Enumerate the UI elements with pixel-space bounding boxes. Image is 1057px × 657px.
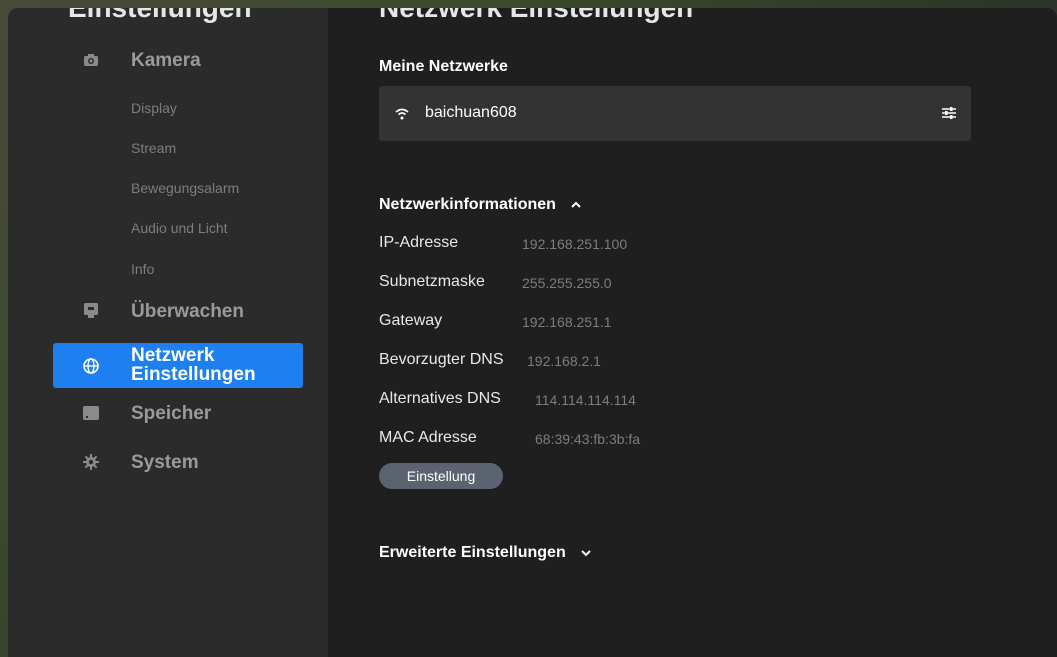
label-line-1: Netzwerk (131, 345, 215, 366)
info-value: 68:39:43:fb:3b:fa (535, 431, 641, 447)
network-settings-icon[interactable] (941, 105, 957, 126)
info-value: 192.168.251.100 (522, 236, 628, 252)
info-value: 192.168.251.1 (522, 314, 612, 330)
sidebar-item-netzwerk[interactable]: Netzwerk Einstellungen (53, 343, 303, 388)
info-label: Gateway (379, 312, 443, 329)
advanced-settings-header[interactable]: Erweiterte Einstellungen (379, 544, 592, 562)
info-value: 255.255.255.0 (522, 275, 612, 291)
info-label: Subnetzmaske (379, 273, 485, 290)
my-networks-title: Meine Netzwerke (379, 58, 508, 75)
globe-icon (83, 357, 99, 374)
app-window: Einstellungen Kamera Display Stream Bewe… (8, 8, 1057, 657)
network-info-header[interactable]: Netzwerkinformationen (379, 196, 582, 214)
info-value: 114.114.114.114 (535, 392, 636, 408)
sidebar-subitem-display[interactable]: Display (131, 100, 177, 116)
info-label: Alternatives DNS (379, 390, 501, 407)
wifi-icon (395, 107, 409, 125)
sidebar-item-label: Überwachen (131, 300, 244, 322)
info-value: 192.168.2.1 (527, 353, 601, 369)
page-title: Netzwerk Einstellungen (379, 8, 693, 24)
info-label: Bevorzugter DNS (379, 351, 504, 368)
chevron-down-icon (580, 544, 592, 562)
chevron-up-icon (570, 196, 582, 214)
network-info-title: Netzwerkinformationen (379, 196, 556, 214)
sidebar-item-label: Netzwerk Einstellungen (131, 346, 256, 384)
gear-icon (83, 454, 99, 470)
sidebar-subitem-stream[interactable]: Stream (131, 140, 176, 156)
sidebar-item-kamera[interactable]: Kamera (53, 37, 303, 83)
sidebar-title: Einstellungen (68, 8, 252, 24)
sidebar-item-ueberwachen[interactable]: Überwachen (53, 288, 303, 334)
sidebar-item-label: System (131, 451, 199, 473)
sidebar-subitem-audio-licht[interactable]: Audio und Licht (131, 220, 228, 236)
sidebar-subitem-bewegungsalarm[interactable]: Bewegungsalarm (131, 180, 239, 196)
monitor-icon (83, 303, 99, 319)
sidebar: Einstellungen Kamera Display Stream Bewe… (8, 8, 328, 657)
label-line-2: Einstellungen (131, 364, 256, 385)
info-label: IP-Adresse (379, 234, 459, 251)
network-name: baichuan608 (425, 104, 517, 121)
info-label: MAC Adresse (379, 429, 477, 446)
network-item[interactable]: baichuan608 (379, 86, 971, 141)
sidebar-item-system[interactable]: System (53, 439, 303, 485)
advanced-settings-title: Erweiterte Einstellungen (379, 544, 566, 562)
storage-icon (83, 405, 99, 421)
main-content: Netzwerk Einstellungen Meine Netzwerke b… (328, 8, 1057, 657)
sidebar-item-speicher[interactable]: Speicher (53, 390, 303, 436)
settings-button[interactable]: Einstellung (379, 463, 503, 489)
sidebar-item-label: Kamera (131, 49, 201, 71)
camera-icon (83, 52, 99, 68)
sidebar-item-label: Speicher (131, 402, 212, 424)
sidebar-subitem-info[interactable]: Info (131, 261, 154, 277)
